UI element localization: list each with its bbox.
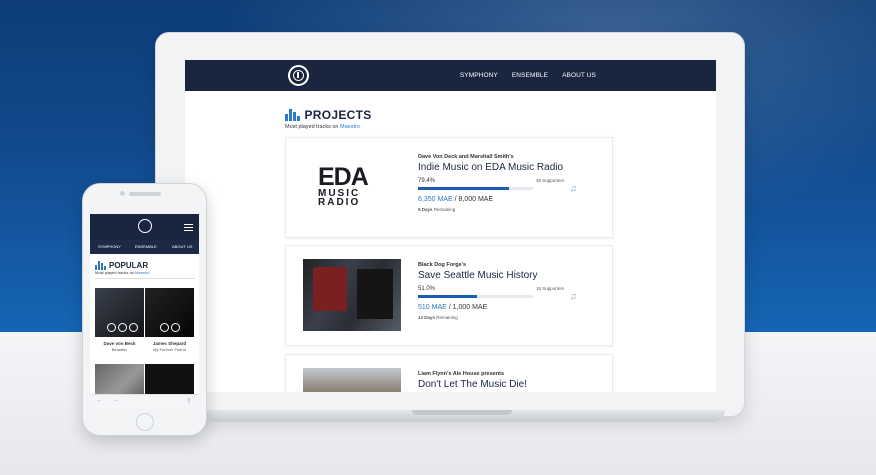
maestro-link[interactable]: Maestro (135, 270, 149, 275)
play-icon (160, 323, 169, 332)
project-title[interactable]: Don't Let The Music Die! (418, 379, 527, 390)
track-tile[interactable] (145, 288, 194, 337)
funds: 6,350 MAE / 8,000 MAE (418, 196, 493, 203)
funds-raised: 6,350 MAE (418, 196, 453, 203)
project-title[interactable]: Indie Music on EDA Music Radio (418, 162, 563, 173)
progress-bar (418, 187, 533, 190)
funds-goal: / 1,000 MAE (448, 304, 488, 311)
mobile-subnav: SYMPHONY ENSEMBLE ABOUT US (90, 240, 199, 254)
hamburger-menu-icon[interactable] (184, 224, 193, 233)
track-tile[interactable] (95, 288, 144, 337)
nav-symphony[interactable]: SYMPHONY (460, 72, 498, 79)
progress-percent: 79.4% (418, 178, 436, 184)
funds: 510 MAE / 1,000 MAE (418, 304, 487, 311)
project-card[interactable]: Black Dog Forge's Save Seattle Music His… (285, 245, 613, 346)
nav-ensemble[interactable]: ENSEMBLE (512, 72, 548, 79)
supporters-count: 35 Supporters (536, 178, 565, 183)
bar-chart-icon (285, 109, 300, 121)
phone-home-button (136, 413, 154, 431)
funds-goal: / 8,000 MAE (454, 196, 494, 203)
laptop-screen: SYMPHONY ENSEMBLE ABOUT US PROJECTS Most… (185, 60, 716, 392)
play-icon (118, 323, 127, 332)
project-card[interactable]: EDA MUSIC RADIO Dave Von Deck and Marsha… (285, 137, 613, 238)
project-owner: Black Dog Forge's (418, 262, 467, 268)
project-image (303, 368, 401, 392)
phone-camera (120, 191, 125, 196)
eda-music-radio-logo: EDA MUSIC RADIO (318, 165, 386, 209)
forward-arrow-icon[interactable]: → (112, 397, 119, 404)
browser-bottom-bar: ← → ⇪ (90, 394, 199, 408)
share-icon[interactable]: ⇪ (186, 397, 192, 405)
project-image: EDA MUSIC RADIO (303, 151, 401, 223)
maestro-logo-icon[interactable] (138, 219, 152, 233)
maestro-link[interactable]: Maestro (340, 124, 360, 130)
days-remaining: 13 Days Remaining (418, 315, 458, 320)
days-remaining: 5 Days Remaining (418, 207, 456, 212)
project-image (303, 259, 401, 331)
nav-about-us[interactable]: ABOUT US (172, 244, 192, 249)
track-artist[interactable]: Dave von Beck (95, 341, 144, 346)
projects-header: PROJECTS (285, 108, 372, 122)
nav-symphony[interactable]: SYMPHONY (98, 244, 121, 249)
project-card[interactable]: Liam Flynn's Ale House presents Don't Le… (285, 354, 613, 392)
track-artist[interactable]: James Shepard (145, 341, 194, 346)
next-icon (129, 323, 138, 332)
phone-speaker (129, 192, 161, 196)
project-owner: Dave Von Deck and Marshall Smith's (418, 154, 514, 160)
section-subtitle: Most played tracks on Maestro (95, 270, 150, 275)
track-song: Beautiful (111, 347, 128, 352)
nav-about-us[interactable]: ABOUT US (562, 72, 596, 79)
back-arrow-icon[interactable]: ← (96, 397, 103, 404)
divider (95, 278, 195, 279)
popular-header: POPULAR (95, 261, 148, 270)
section-title: PROJECTS (304, 108, 372, 122)
bar-chart-icon (95, 261, 106, 270)
top-nav: SYMPHONY ENSEMBLE ABOUT US (185, 60, 716, 91)
progress-bar (418, 295, 533, 298)
phone-screen: SYMPHONY ENSEMBLE ABOUT US POPULAR Most … (90, 214, 199, 408)
mobile-nav (90, 214, 199, 240)
funds-raised: 510 MAE (418, 304, 447, 311)
next-icon (171, 323, 180, 332)
nav-ensemble[interactable]: ENSEMBLE (135, 244, 157, 249)
music-note-icon[interactable]: ♫ (570, 291, 577, 301)
laptop-notch (412, 410, 512, 415)
section-subtitle: Most played tracks on Maestro (285, 124, 360, 130)
progress-percent: 51.0% (418, 286, 436, 292)
music-note-icon[interactable]: ♫ (570, 183, 577, 193)
maestro-logo-icon[interactable] (288, 65, 309, 86)
supporters-count: 15 Supporters (536, 286, 565, 291)
project-title[interactable]: Save Seattle Music History (418, 270, 538, 281)
section-title: POPULAR (109, 261, 149, 270)
previous-icon (107, 323, 116, 332)
project-owner: Liam Flynn's Ale House presents (418, 371, 505, 377)
track-song: My Forever Friend (153, 347, 186, 352)
